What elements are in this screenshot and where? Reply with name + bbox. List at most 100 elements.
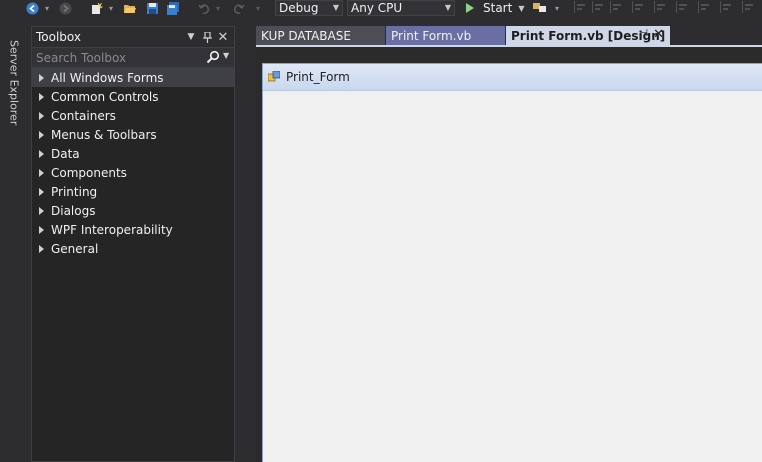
toolbox-group-wpf-interoperability[interactable]: WPF Interoperability xyxy=(32,220,234,239)
toolbox-group-label: All Windows Forms xyxy=(51,70,164,85)
form-designer-surface: Print_Form xyxy=(256,47,762,462)
auto-hide-pin-icon[interactable] xyxy=(200,29,214,45)
toolbox-group-label: WPF Interoperability xyxy=(51,222,173,237)
tab-label: Print Form.vb xyxy=(391,28,472,43)
navigate-forward-button[interactable] xyxy=(57,0,73,16)
make-same-height-icon[interactable] xyxy=(720,1,732,13)
align-rights-icon[interactable] xyxy=(610,1,622,13)
make-same-width-icon[interactable] xyxy=(698,1,710,13)
tab-label: KUP DATABASE xyxy=(261,28,351,43)
expand-triangle-icon xyxy=(39,168,44,177)
toolbox-group-label: Components xyxy=(51,165,127,180)
solution-platform-select[interactable]: Any CPU ▼ xyxy=(347,0,455,16)
make-same-size-icon[interactable] xyxy=(742,1,754,13)
expand-triangle-icon xyxy=(39,111,44,120)
print-form-window[interactable]: Print_Form xyxy=(262,63,762,462)
toolbox-group-all-windows-forms[interactable]: All Windows Forms xyxy=(32,68,234,87)
expand-triangle-icon xyxy=(39,225,44,234)
window-position-icon[interactable]: ▼ xyxy=(184,29,198,45)
align-lefts-icon[interactable] xyxy=(574,1,586,13)
pin-tab-icon[interactable]: ⊣ xyxy=(639,28,648,39)
expand-triangle-icon xyxy=(39,206,44,215)
document-well: KUP DATABASE Print Form.vb Print Form.vb… xyxy=(237,26,762,462)
toolbox-panel: Toolbox ▼ ✕ ▼ All Windows Forms Common C… xyxy=(31,26,235,462)
start-debugging-button[interactable]: Start ▼ xyxy=(462,0,524,16)
chevron-down-icon: ▼ xyxy=(444,3,451,12)
solution-configuration-select[interactable]: Debug ▼ xyxy=(275,0,343,16)
align-centers-icon[interactable] xyxy=(592,1,604,13)
save-all-icon xyxy=(167,1,179,15)
toolbox-group-components[interactable]: Components xyxy=(32,163,234,182)
form-titlebar[interactable]: Print_Form xyxy=(263,64,762,91)
align-middles-icon[interactable] xyxy=(654,1,666,13)
expand-triangle-icon xyxy=(39,73,44,82)
navigate-back-button[interactable] xyxy=(24,0,40,16)
back-arrow-icon xyxy=(26,2,38,14)
toolbox-group-dialogs[interactable]: Dialogs xyxy=(32,201,234,220)
toolbox-search: ▼ xyxy=(32,47,234,68)
find-icon xyxy=(532,2,546,12)
toolbox-group-containers[interactable]: Containers xyxy=(32,106,234,125)
document-tabs: KUP DATABASE Print Form.vb Print Form.vb… xyxy=(256,26,671,45)
toolbox-group-label: Menus & Toolbars xyxy=(51,127,157,142)
form-title: Print_Form xyxy=(286,70,350,84)
new-project-button[interactable] xyxy=(88,0,104,16)
redo-icon xyxy=(233,3,245,14)
form-icon xyxy=(268,71,280,82)
undo-icon xyxy=(197,3,209,14)
chevron-down-icon: ▼ xyxy=(332,3,339,12)
save-icon xyxy=(146,2,158,14)
chevron-down-icon: ▼ xyxy=(518,3,525,13)
toolbox-header: Toolbox ▼ ✕ xyxy=(32,27,234,47)
toolbox-group-label: Dialogs xyxy=(51,203,96,218)
expand-triangle-icon xyxy=(39,187,44,196)
new-project-icon xyxy=(91,2,103,14)
toolbox-group-label: General xyxy=(51,241,99,256)
tab-print-form-code[interactable]: Print Form.vb xyxy=(386,26,506,45)
find-dropdown-icon[interactable]: ▾ xyxy=(553,0,561,16)
toolbox-group-menus-toolbars[interactable]: Menus & Toolbars xyxy=(32,125,234,144)
toolbox-group-general[interactable]: General xyxy=(32,239,234,258)
server-explorer-tab[interactable]: Server Explorer xyxy=(6,40,22,126)
tab-kup-database[interactable]: KUP DATABASE xyxy=(256,26,386,45)
close-icon[interactable]: ✕ xyxy=(653,27,664,42)
undo-button[interactable] xyxy=(196,0,212,16)
left-dock-strip: Server Explorer xyxy=(0,18,28,462)
save-button[interactable] xyxy=(144,0,160,16)
align-bottoms-icon[interactable] xyxy=(676,1,688,13)
start-label: Start xyxy=(483,1,513,15)
toolbox-group-printing[interactable]: Printing xyxy=(32,182,234,201)
play-icon xyxy=(466,3,474,13)
toolbox-group-label: Containers xyxy=(51,108,116,123)
solution-platform-value: Any CPU xyxy=(351,1,403,15)
align-tops-icon[interactable] xyxy=(632,1,644,13)
save-all-button[interactable] xyxy=(165,0,181,16)
expand-triangle-icon xyxy=(39,149,44,158)
search-options-dropdown-icon[interactable]: ▼ xyxy=(223,51,229,60)
new-dropdown-icon[interactable]: ▾ xyxy=(107,0,115,16)
find-button[interactable] xyxy=(530,0,548,16)
open-file-button[interactable] xyxy=(122,0,138,16)
redo-button[interactable] xyxy=(230,0,246,16)
toolbox-title: Toolbox xyxy=(36,30,81,44)
standard-toolbar: ▾ ▾ ▾ ▾ Debug ▼ Any CPU ▼ Start ▼ ▾ xyxy=(0,0,762,18)
open-folder-icon xyxy=(124,4,136,13)
undo-dropdown-icon[interactable]: ▾ xyxy=(214,0,222,16)
server-explorer-label: Server Explorer xyxy=(7,40,21,126)
toolbox-group-label: Data xyxy=(51,146,80,161)
toolbox-group-label: Common Controls xyxy=(51,89,159,104)
forward-arrow-icon xyxy=(59,2,71,14)
toolbox-search-input[interactable] xyxy=(32,48,197,67)
expand-triangle-icon xyxy=(39,244,44,253)
toolbox-group-data[interactable]: Data xyxy=(32,144,234,163)
expand-triangle-icon xyxy=(39,130,44,139)
close-icon[interactable]: ✕ xyxy=(216,29,230,45)
search-icon[interactable] xyxy=(206,50,220,64)
solution-configuration-value: Debug xyxy=(279,1,319,15)
back-dropdown-icon[interactable]: ▾ xyxy=(43,0,51,16)
toolbox-group-common-controls[interactable]: Common Controls xyxy=(32,87,234,106)
toolbox-group-label: Printing xyxy=(51,184,98,199)
expand-triangle-icon xyxy=(39,92,44,101)
tab-print-form-design[interactable]: Print Form.vb [Design] ⊣ ✕ xyxy=(506,26,671,45)
redo-dropdown-icon[interactable]: ▾ xyxy=(254,0,262,16)
